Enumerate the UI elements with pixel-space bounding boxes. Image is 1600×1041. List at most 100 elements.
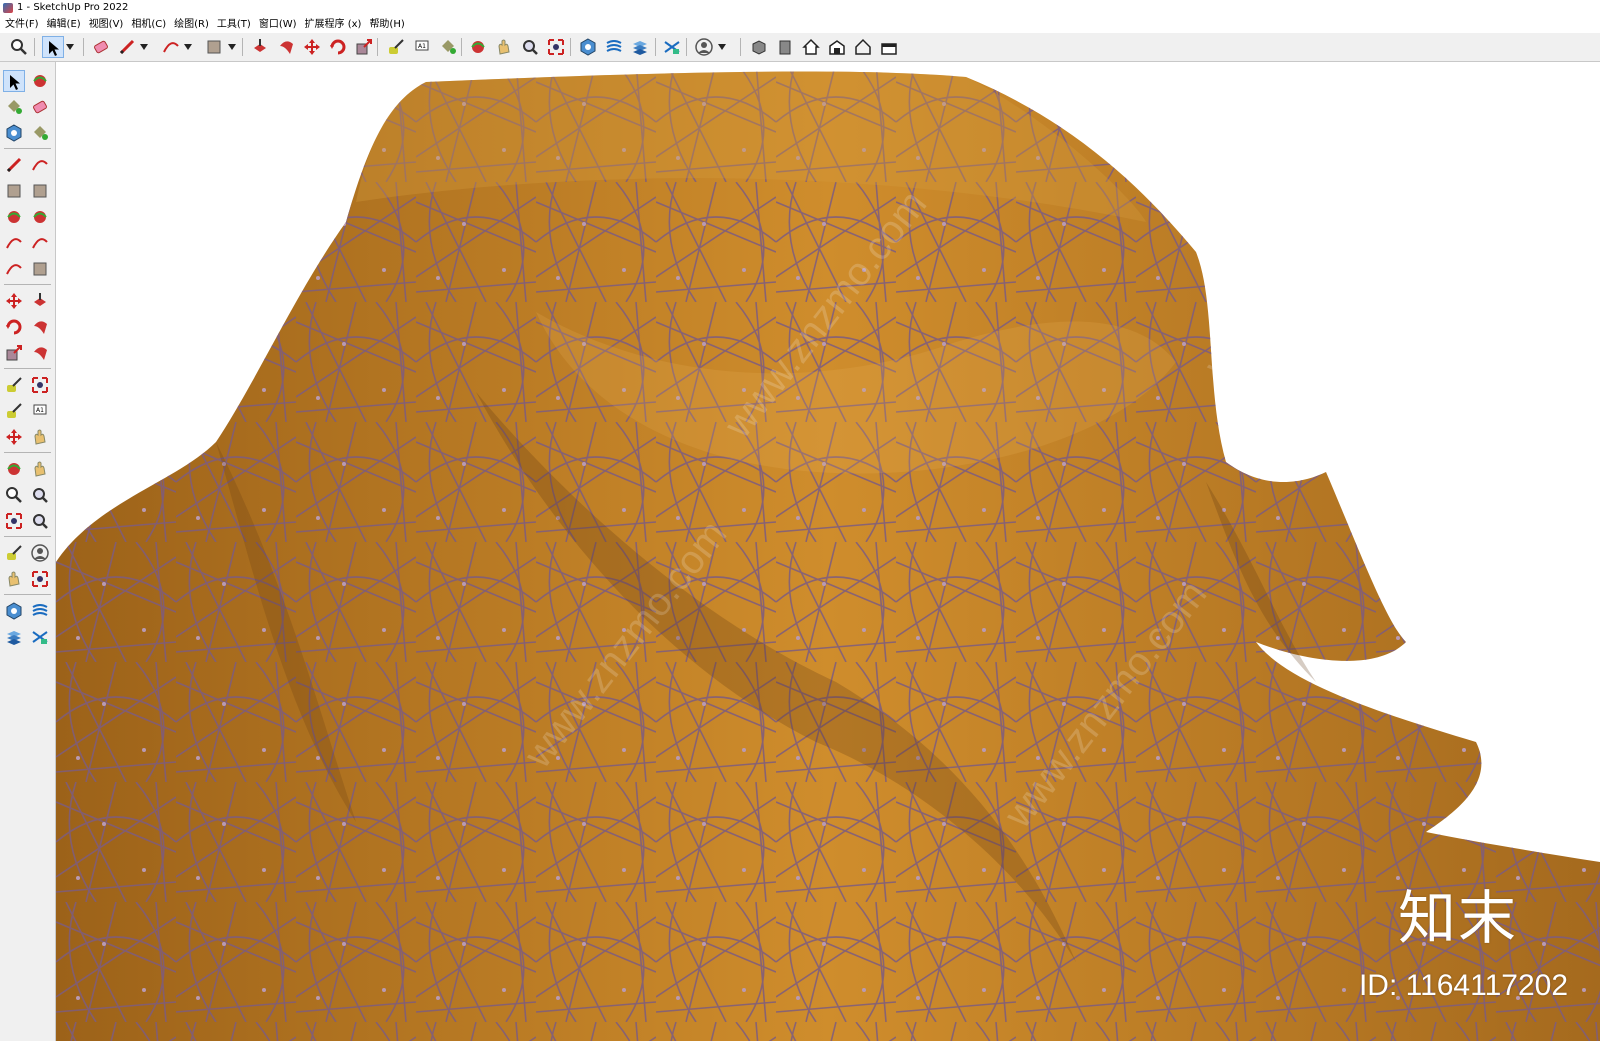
dropdown-arrow-icon[interactable]: [184, 36, 192, 58]
eraser-button[interactable]: [90, 36, 112, 58]
select-button[interactable]: [42, 36, 64, 58]
front-view-button[interactable]: [774, 36, 796, 58]
zoom-window-button[interactable]: [519, 36, 541, 58]
select-button[interactable]: [3, 70, 25, 92]
rotate-icon: [6, 319, 22, 335]
zoom-extents-button[interactable]: [3, 510, 25, 532]
axes-button[interactable]: [3, 426, 25, 448]
follow-me-button[interactable]: [275, 36, 297, 58]
layers-button[interactable]: [3, 626, 25, 648]
dropdown-arrow-icon[interactable]: [140, 36, 148, 58]
freehand-button[interactable]: [29, 154, 51, 176]
menu-item-8[interactable]: 帮助(H): [365, 16, 408, 33]
section-plane-button[interactable]: [29, 568, 51, 590]
scale-button[interactable]: [353, 36, 375, 58]
rotated-rectangle-button[interactable]: [29, 180, 51, 202]
look-around-button[interactable]: [29, 542, 51, 564]
push-pull-button[interactable]: [249, 36, 271, 58]
arc-button[interactable]: [160, 36, 182, 58]
tape-measure-button[interactable]: [3, 374, 25, 396]
styles-button[interactable]: [29, 626, 51, 648]
push-pull-button[interactable]: [29, 290, 51, 312]
rotate-button[interactable]: [3, 316, 25, 338]
menu-item-2[interactable]: 视图(V): [85, 16, 128, 33]
menu-item-7[interactable]: 扩展程序 (x): [301, 16, 366, 33]
previous-view-button[interactable]: [29, 510, 51, 532]
rectangle-icon: [7, 184, 21, 198]
paint-bucket-button[interactable]: [3, 96, 25, 118]
menu-item-6[interactable]: 窗口(W): [255, 16, 301, 33]
layers-button[interactable]: [629, 36, 651, 58]
offset-button[interactable]: [29, 342, 51, 364]
user-account-icon: [695, 38, 713, 56]
zoom-extents-button[interactable]: [545, 36, 567, 58]
zoom-button[interactable]: [3, 484, 25, 506]
model-viewport[interactable]: www.znzmo.com www.znzmo.com www.znzmo.co…: [56, 62, 1600, 1041]
rectangle-button[interactable]: [3, 180, 25, 202]
layers-icon: [7, 631, 21, 645]
dropdown-arrow-icon[interactable]: [66, 36, 74, 58]
house-outline-button[interactable]: [852, 36, 874, 58]
pie-icon: [33, 262, 47, 276]
push-pull-icon: [254, 39, 266, 52]
tag-button[interactable]: [29, 122, 51, 144]
warehouse-button[interactable]: [826, 36, 848, 58]
component-button[interactable]: [3, 122, 25, 144]
zoom-icon: [11, 39, 27, 55]
toolbar-separator: [570, 38, 571, 56]
circle-button[interactable]: [3, 206, 25, 228]
move-button[interactable]: [3, 290, 25, 312]
components-button[interactable]: [577, 36, 599, 58]
protractor-button[interactable]: [3, 400, 25, 422]
orbit-button[interactable]: [29, 70, 51, 92]
dropdown-arrow-icon[interactable]: [718, 36, 726, 58]
menu-item-0[interactable]: 文件(F): [0, 16, 43, 33]
orbit-button[interactable]: [467, 36, 489, 58]
eraser-button[interactable]: [29, 96, 51, 118]
sandbox-button[interactable]: [29, 600, 51, 622]
components-icon: [580, 38, 596, 56]
menu-item-3[interactable]: 相机(C): [127, 16, 170, 33]
iso-view-button[interactable]: [748, 36, 770, 58]
tape-measure-button[interactable]: [385, 36, 407, 58]
pan-button[interactable]: [493, 36, 515, 58]
pencil-button[interactable]: [3, 154, 25, 176]
walk-button[interactable]: [3, 568, 25, 590]
menu-item-1[interactable]: 编辑(E): [43, 16, 85, 33]
3d-text-button[interactable]: [29, 426, 51, 448]
orbit-view-button[interactable]: [3, 458, 25, 480]
menu-item-5[interactable]: 工具(T): [213, 16, 255, 33]
dimension-button[interactable]: [29, 374, 51, 396]
move-button[interactable]: [301, 36, 323, 58]
toolbar-separator: [740, 38, 741, 56]
extension-warehouse-button[interactable]: [878, 36, 900, 58]
polygon-button[interactable]: [29, 206, 51, 228]
dropdown-arrow-icon[interactable]: [228, 36, 236, 58]
pan-button[interactable]: [29, 458, 51, 480]
styles-button[interactable]: [661, 36, 683, 58]
pie-button[interactable]: [29, 258, 51, 280]
zoom-button[interactable]: [8, 36, 30, 58]
arc-button[interactable]: [3, 232, 25, 254]
follow-me-button[interactable]: [29, 316, 51, 338]
position-camera-icon: [7, 545, 22, 560]
scale-button[interactable]: [3, 342, 25, 364]
pencil-button[interactable]: [116, 36, 138, 58]
rectangle-button[interactable]: [203, 36, 225, 58]
zoom-window-icon: [523, 40, 538, 55]
components-panel-button[interactable]: [3, 600, 25, 622]
toolbar-separator: [4, 594, 51, 595]
user-account-button[interactable]: [693, 36, 715, 58]
text-button[interactable]: A1: [29, 400, 51, 422]
menu-item-4[interactable]: 绘图(R): [170, 16, 213, 33]
paint-bucket-button[interactable]: [437, 36, 459, 58]
text-button[interactable]: A1: [411, 36, 433, 58]
rotate-button[interactable]: [327, 36, 349, 58]
house-view-button[interactable]: [800, 36, 822, 58]
zoom-window-button[interactable]: [29, 484, 51, 506]
sandbox-button[interactable]: [603, 36, 625, 58]
position-camera-button[interactable]: [3, 542, 25, 564]
three-point-arc-button[interactable]: [3, 258, 25, 280]
eraser-icon: [33, 100, 47, 114]
two-point-arc-button[interactable]: [29, 232, 51, 254]
